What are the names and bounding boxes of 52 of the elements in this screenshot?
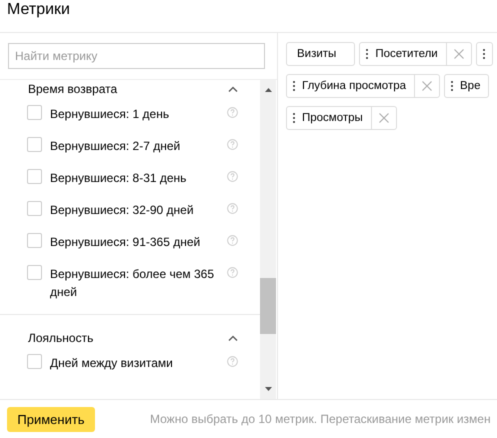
metric-label: Вернувшиеся: более чем 365 дней [50, 266, 216, 301]
help-icon[interactable] [227, 171, 238, 182]
drag-handle-icon[interactable] [293, 81, 295, 91]
scroll-down-icon[interactable] [264, 387, 272, 391]
help-icon[interactable] [227, 356, 238, 367]
checkbox[interactable] [27, 169, 42, 184]
metric-label: Вернувшиеся: 32-90 дней [50, 202, 195, 219]
checkbox[interactable] [27, 105, 42, 120]
metric-label: Вернувшиеся: 91-365 дней [50, 234, 202, 251]
hint-text: Можно выбрать до 10 метрик. Перетаскивание метрик измен [150, 412, 491, 426]
close-icon[interactable] [422, 81, 432, 91]
metric-chip[interactable]: Визиты [286, 42, 356, 66]
help-icon[interactable] [227, 139, 238, 150]
drag-handle-icon[interactable] [366, 49, 368, 59]
metric-chip[interactable]: Глубина просмотра [286, 74, 440, 98]
help-icon[interactable] [227, 107, 238, 118]
search-field[interactable]: Найти метрику [8, 43, 265, 69]
collapse-icon[interactable] [228, 86, 238, 92]
metric-chip[interactable]: Вре [444, 74, 490, 98]
scroll-up-icon[interactable] [264, 88, 272, 92]
metric-label: Вернувшиеся: 1 день [50, 106, 170, 123]
metric-chip[interactable] [476, 42, 493, 66]
scrollbar[interactable] [260, 80, 276, 399]
chip-label: Глубина просмотра [302, 80, 407, 92]
checkbox[interactable] [27, 201, 42, 216]
metric-label: Вернувшиеся: 2-7 дней [50, 138, 182, 155]
chip-label: Вре [460, 80, 482, 92]
group-title[interactable]: Время возврата [28, 82, 118, 96]
help-icon[interactable] [227, 203, 238, 214]
collapse-icon[interactable] [228, 335, 238, 341]
chip-label: Визиты [297, 48, 338, 60]
scrollbar-thumb[interactable] [260, 278, 276, 334]
drag-handle-icon[interactable] [293, 113, 295, 123]
apply-button[interactable]: Применить [7, 406, 95, 432]
chip-label: Просмотры [302, 112, 364, 124]
checkbox[interactable] [27, 354, 42, 369]
metric-chip[interactable]: Посетители [359, 42, 472, 66]
chip-label: Посетители [375, 48, 439, 60]
group-title[interactable]: Лояльность [28, 331, 94, 345]
drag-handle-icon[interactable] [482, 49, 485, 59]
help-icon[interactable] [227, 267, 238, 278]
metric-label: Дней между визитами [50, 355, 174, 372]
help-icon[interactable] [227, 235, 238, 246]
metric-chip[interactable]: Просмотры [286, 106, 397, 130]
close-icon[interactable] [378, 113, 389, 123]
drag-handle-icon[interactable] [451, 81, 453, 91]
close-icon[interactable] [454, 49, 464, 59]
checkbox[interactable] [27, 233, 42, 248]
checkbox[interactable] [27, 137, 42, 152]
metric-label: Вернувшиеся: 8-31 день [50, 170, 188, 187]
checkbox[interactable] [27, 265, 42, 280]
window-title: Метрики [6, 0, 70, 20]
